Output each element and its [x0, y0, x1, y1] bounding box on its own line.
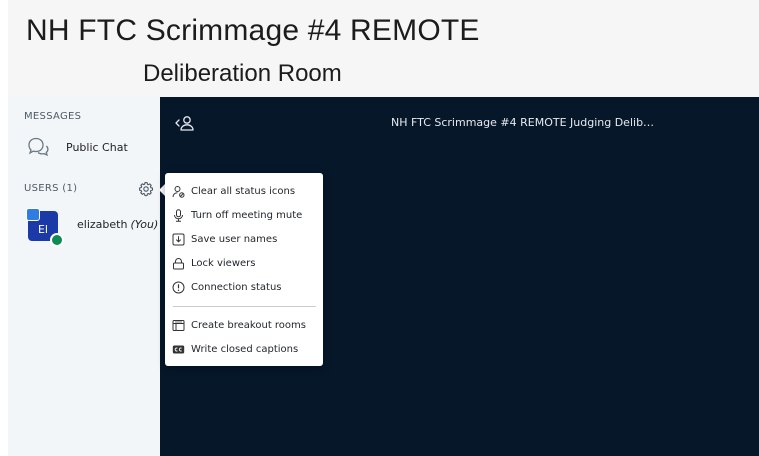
- user-name-text: elizabeth: [77, 218, 128, 231]
- public-chat-label: Public Chat: [66, 141, 128, 154]
- headphones-icon: [50, 233, 64, 247]
- lock-viewers-menu-item[interactable]: Lock viewers: [165, 253, 323, 275]
- create-breakout-rooms-label: Create breakout rooms: [191, 320, 306, 331]
- closed-captions-icon: [172, 345, 185, 354]
- clear-status-menu-item[interactable]: Clear all status icons: [165, 181, 323, 203]
- user-options-menu: Clear all status icons Turn off meeting …: [165, 173, 323, 366]
- users-section-label: USERS (1): [24, 183, 78, 194]
- connection-status-label: Connection status: [191, 282, 282, 293]
- page-header: NH FTC Scrimmage #4 REMOTE Deliberation …: [8, 0, 759, 97]
- save-user-names-menu-item[interactable]: Save user names: [165, 229, 323, 251]
- save-user-names-label: Save user names: [191, 234, 278, 245]
- chat-icon: [28, 137, 49, 157]
- microphone-icon: [174, 209, 183, 222]
- clear-status-label: Clear all status icons: [191, 186, 296, 197]
- breakout-rooms-icon: [172, 320, 185, 331]
- page-title: NH FTC Scrimmage #4 REMOTE: [26, 14, 480, 47]
- page-subtitle: Deliberation Room: [143, 60, 342, 87]
- user-name: elizabeth (You): [77, 218, 158, 231]
- messages-section-label: MESSAGES: [24, 111, 82, 122]
- you-label: (You): [130, 218, 159, 231]
- write-closed-captions-label: Write closed captions: [191, 344, 299, 355]
- lock-viewers-label: Lock viewers: [191, 258, 256, 269]
- presenter-icon: [26, 208, 40, 221]
- user-list-sidebar: MESSAGES Public Chat USERS (1) El elizab…: [8, 97, 160, 456]
- lock-icon: [173, 258, 184, 270]
- warning-icon: [172, 281, 185, 294]
- write-closed-captions-menu-item[interactable]: Write closed captions: [165, 339, 323, 361]
- menu-divider: [173, 306, 316, 307]
- clear-status-icon: [172, 186, 185, 198]
- download-icon: [172, 233, 185, 246]
- meeting-title: NH FTC Scrimmage #4 REMOTE Judging Delib…: [391, 116, 655, 129]
- connection-status-menu-item[interactable]: Connection status: [165, 277, 323, 299]
- back-user-icon[interactable]: [174, 114, 196, 132]
- gear-icon[interactable]: [138, 181, 154, 197]
- create-breakout-rooms-menu-item[interactable]: Create breakout rooms: [165, 315, 323, 337]
- public-chat-item[interactable]: Public Chat: [20, 134, 155, 160]
- turn-off-mute-label: Turn off meeting mute: [191, 210, 303, 221]
- user-list-item[interactable]: El elizabeth (You): [20, 206, 160, 250]
- avatar-initials: El: [37, 222, 48, 236]
- turn-off-mute-menu-item[interactable]: Turn off meeting mute: [165, 205, 323, 227]
